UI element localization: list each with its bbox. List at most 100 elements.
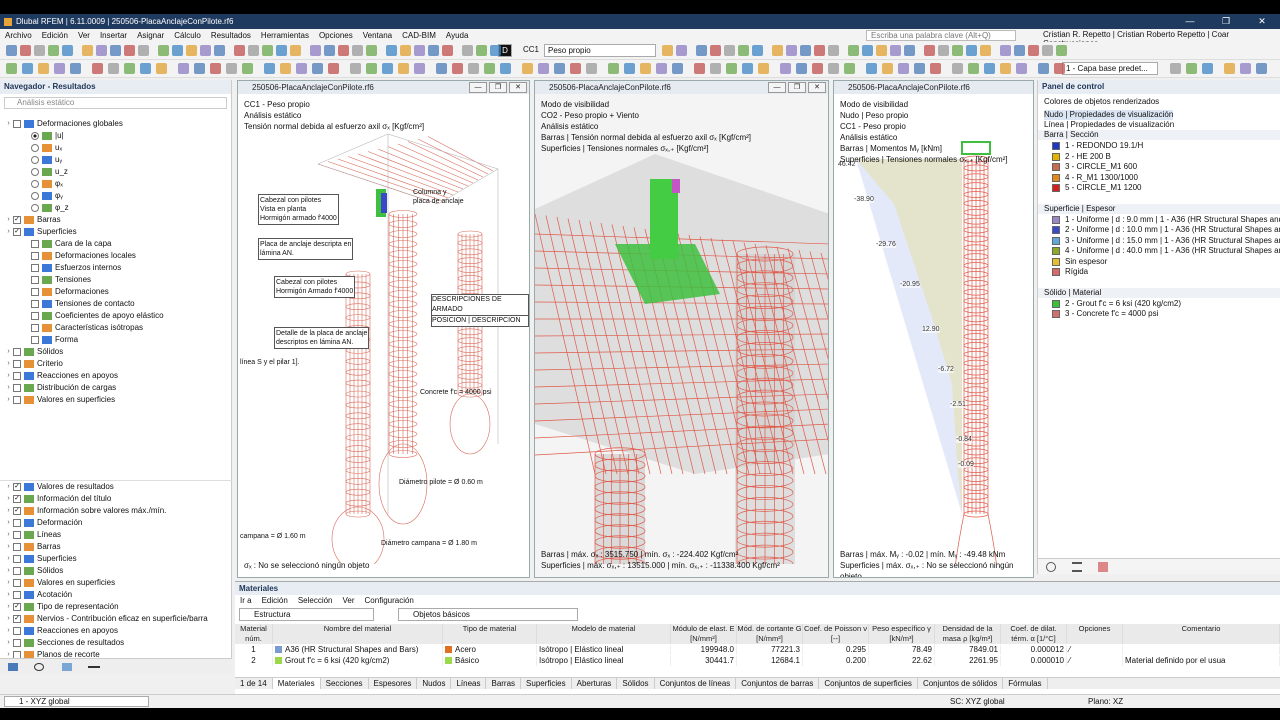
view-2-model-drawing[interactable] xyxy=(535,94,829,564)
toolbar-tool-icon[interactable] xyxy=(724,45,735,56)
keyword-search-input[interactable]: Escriba una palabra clave (Alt+Q) xyxy=(866,30,1016,41)
navigator-display-item[interactable]: › ✓ Información del título xyxy=(4,493,111,505)
toolbar-tool-icon[interactable] xyxy=(296,63,307,74)
navigator-tree-item[interactable]: Tensiones xyxy=(22,274,91,286)
toolbar-tool-icon[interactable] xyxy=(290,45,301,56)
toolbar-tool-icon[interactable] xyxy=(194,63,205,74)
navigator-display-item[interactable]: › ✓ Información sobre valores máx./mín. xyxy=(4,505,166,517)
toolbar-tool-icon[interactable] xyxy=(38,63,49,74)
expand-chevron-icon[interactable]: › xyxy=(4,601,13,613)
column-header[interactable]: Densidad de la masa ρ [kg/m³] xyxy=(935,624,1001,644)
table-cell-nu[interactable]: 0.295 xyxy=(803,645,869,655)
checkbox[interactable] xyxy=(31,300,39,308)
expand-chevron-icon[interactable]: › xyxy=(4,637,13,649)
navigator-tree-item[interactable]: Coeficientes de apoyo elástico xyxy=(22,310,164,322)
navigator-tree-item[interactable]: › Valores en superficies xyxy=(4,394,115,406)
toolbar-tool-icon[interactable] xyxy=(500,63,511,74)
cp-section-header[interactable]: Superficie | Espesor xyxy=(1038,203,1280,214)
column-header[interactable]: Material núm. xyxy=(235,624,273,644)
toolbar-tool-icon[interactable] xyxy=(398,63,409,74)
table-cell-nu[interactable]: 0.200 xyxy=(803,656,869,666)
toolbar-tool-icon[interactable] xyxy=(844,63,855,74)
expand-chevron-icon[interactable]: › xyxy=(4,589,13,601)
close-button[interactable]: ✕ xyxy=(1244,14,1280,29)
cp-legend-item[interactable]: 5 - CIRCLE_M1 1200 xyxy=(1052,183,1141,193)
checkbox[interactable] xyxy=(31,336,39,344)
checkbox[interactable] xyxy=(31,288,39,296)
menu-ayuda[interactable]: Ayuda xyxy=(441,31,474,40)
toolbar-tool-icon[interactable] xyxy=(656,63,667,74)
materials-menu-seleccion[interactable]: Selección xyxy=(293,595,338,606)
expand-chevron-icon[interactable]: › xyxy=(4,226,13,238)
radio-button[interactable] xyxy=(31,132,39,140)
toolbar-tool-icon[interactable] xyxy=(1170,63,1181,74)
toolbar-tool-icon[interactable] xyxy=(758,63,769,74)
toolbar-tool-icon[interactable] xyxy=(742,63,753,74)
nav-data-tab-icon[interactable] xyxy=(8,663,18,671)
radio-button[interactable] xyxy=(31,168,39,176)
toolbar-tool-icon[interactable] xyxy=(324,45,335,56)
toolbar-tool-icon[interactable] xyxy=(828,63,839,74)
radio-button[interactable] xyxy=(31,192,39,200)
toolbar-tool-icon[interactable] xyxy=(156,63,167,74)
toolbar-tool-icon[interactable] xyxy=(696,45,707,56)
checkbox[interactable] xyxy=(13,531,21,539)
toolbar-tool-icon[interactable] xyxy=(814,45,825,56)
toolbar-tool-icon[interactable] xyxy=(138,45,149,56)
cp-legend-item[interactable]: 2 - Grout f'c = 6 ksi (420 kg/cm2) xyxy=(1052,299,1181,309)
toolbar-tool-icon[interactable] xyxy=(522,63,533,74)
view-1-close-button[interactable]: ✕ xyxy=(509,82,527,93)
toolbar-tool-icon[interactable] xyxy=(1202,63,1213,74)
tab-conjuntos-de-sólidos[interactable]: Conjuntos de sólidos xyxy=(918,678,1004,689)
expand-chevron-icon[interactable]: › xyxy=(4,541,13,553)
tab-superficies[interactable]: Superficies xyxy=(521,678,572,689)
toolbar-tool-icon[interactable] xyxy=(462,45,473,56)
maximize-button[interactable]: ❐ xyxy=(1208,14,1244,29)
view-window-3[interactable]: 250506-PlacaAnclajeConPilote.rf6 46.42 -3… xyxy=(833,80,1034,578)
table-cell-name[interactable]: A36 (HR Structural Shapes and Bars) xyxy=(273,645,443,655)
navigator-tree-item[interactable]: uₓ xyxy=(22,142,62,154)
table-cell-model[interactable]: Isótropo | Elástico lineal xyxy=(537,656,671,666)
tab-fórmulas[interactable]: Fórmulas xyxy=(1003,678,1048,689)
toolbar-tool-icon[interactable] xyxy=(226,63,237,74)
tab-materiales[interactable]: Materiales xyxy=(272,678,321,689)
expand-chevron-icon[interactable]: › xyxy=(4,613,13,625)
toolbar-tool-icon[interactable] xyxy=(952,63,963,74)
navigator-tree-item[interactable]: Forma xyxy=(22,334,78,346)
table-cell-opt[interactable]: ⁄ xyxy=(1067,645,1123,655)
navigator-analysis-combo[interactable]: Análisis estático xyxy=(4,97,227,109)
toolbar-tool-icon[interactable] xyxy=(310,45,321,56)
toolbar-tool-icon[interactable] xyxy=(890,45,901,56)
toolbar-tool-icon[interactable] xyxy=(400,45,411,56)
layer-combo[interactable]: 1 - Capa base predet... xyxy=(1062,62,1158,75)
menu-edicion[interactable]: Edición xyxy=(37,31,73,40)
toolbar-tool-icon[interactable] xyxy=(1256,63,1267,74)
table-cell-name[interactable]: Grout f'c = 6 ksi (420 kg/cm2) xyxy=(273,656,443,666)
table-cell-num[interactable]: 1 xyxy=(235,645,273,655)
toolbar-tool-icon[interactable] xyxy=(442,45,453,56)
checkbox[interactable] xyxy=(13,591,21,599)
tab-barras[interactable]: Barras xyxy=(486,678,522,689)
expand-chevron-icon[interactable]: › xyxy=(4,481,13,493)
column-header[interactable]: Módulo de elast. E [N/mm²] xyxy=(671,624,737,644)
tab-conjuntos-de-superficies[interactable]: Conjuntos de superficies xyxy=(819,678,918,689)
table-cell-alpha[interactable]: 0.000012 xyxy=(1001,645,1067,655)
toolbar-tool-icon[interactable] xyxy=(924,45,935,56)
table-row[interactable]: 1 A36 (HR Structural Shapes and Bars) Acer… xyxy=(235,645,1280,655)
toolbar-tool-icon[interactable] xyxy=(276,45,287,56)
toolbar-tool-icon[interactable] xyxy=(62,45,73,56)
checkbox[interactable] xyxy=(31,264,39,272)
toolbar-tool-icon[interactable] xyxy=(110,45,121,56)
toolbar-tool-icon[interactable] xyxy=(484,63,495,74)
toolbar-tool-icon[interactable] xyxy=(490,45,501,56)
radio-button[interactable] xyxy=(31,144,39,152)
toolbar-tool-icon[interactable] xyxy=(904,45,915,56)
toolbar-tool-icon[interactable] xyxy=(786,45,797,56)
toolbar-tool-icon[interactable] xyxy=(6,63,17,74)
toolbar-tool-icon[interactable] xyxy=(124,63,135,74)
checkbox[interactable] xyxy=(13,372,21,380)
nav-results-tab-icon[interactable] xyxy=(88,666,100,668)
expand-chevron-icon[interactable]: › xyxy=(4,625,13,637)
checkbox[interactable] xyxy=(13,396,21,404)
navigator-display-item[interactable]: › Barras xyxy=(4,541,61,553)
